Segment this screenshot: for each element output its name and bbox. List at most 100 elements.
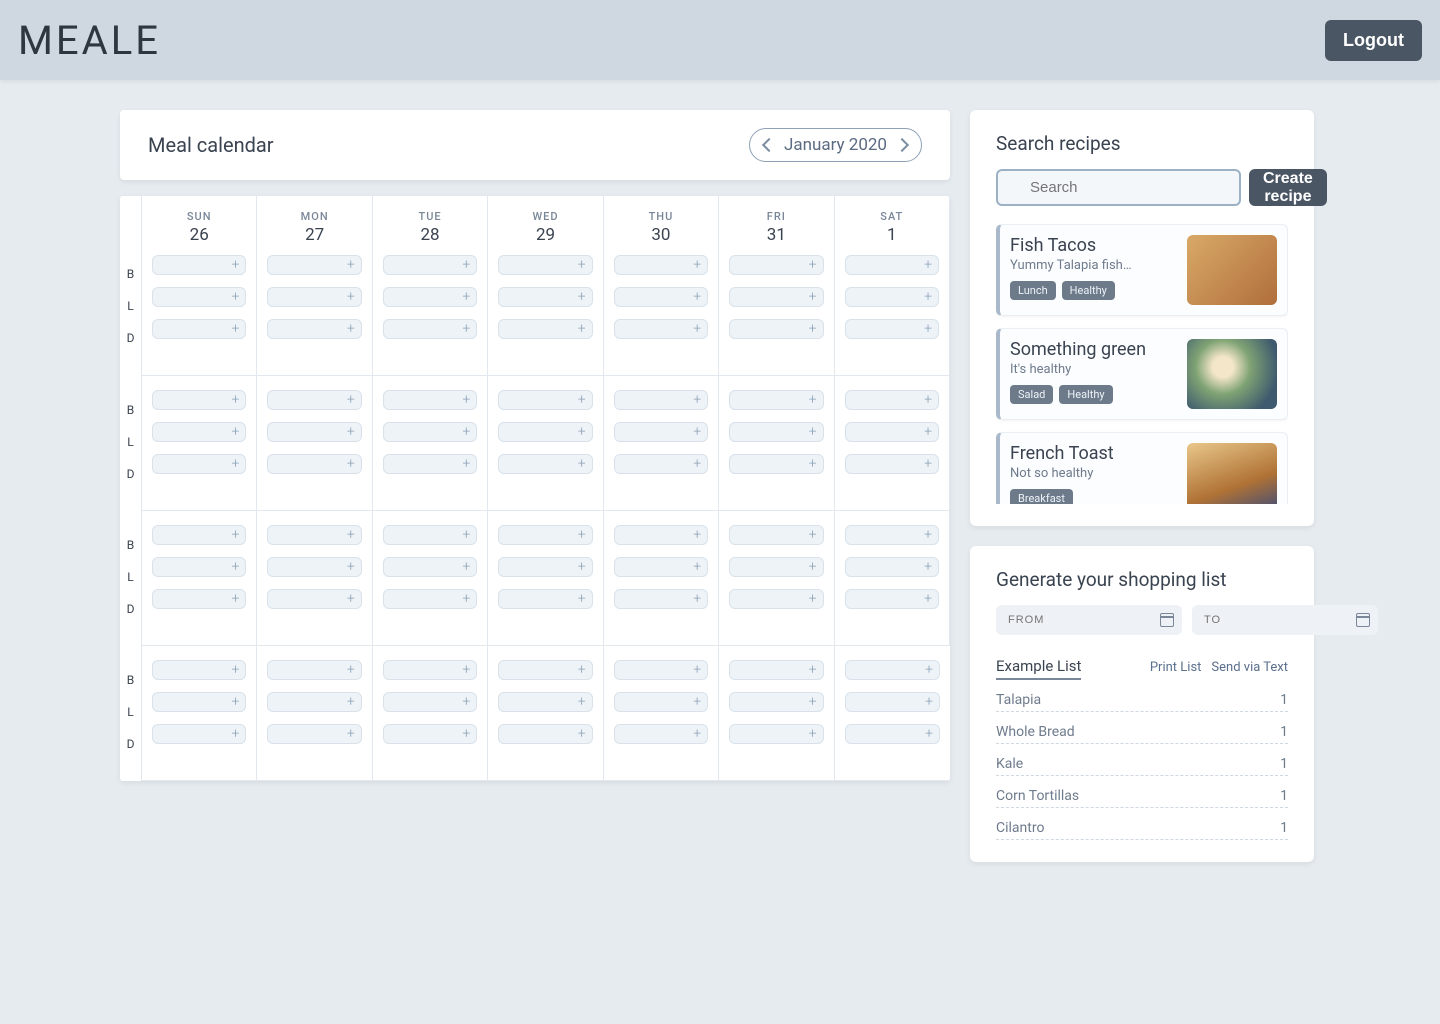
meal-slot[interactable]: +	[498, 287, 592, 307]
meal-slot[interactable]: +	[729, 454, 823, 474]
meal-slot[interactable]: +	[614, 255, 708, 275]
meal-slot[interactable]: +	[267, 525, 361, 545]
meal-slot[interactable]: +	[498, 557, 592, 577]
meal-slot[interactable]: +	[845, 557, 939, 577]
meal-slot[interactable]: +	[267, 454, 361, 474]
meal-slot[interactable]: +	[383, 724, 477, 744]
meal-slot[interactable]: +	[845, 422, 939, 442]
meal-slot[interactable]: +	[383, 692, 477, 712]
meal-slot[interactable]: +	[267, 390, 361, 410]
meal-slot[interactable]: +	[729, 422, 823, 442]
meal-slot[interactable]: +	[845, 589, 939, 609]
meal-slot[interactable]: +	[267, 255, 361, 275]
meal-slot[interactable]: +	[498, 589, 592, 609]
month-label[interactable]: January 2020	[784, 135, 887, 155]
chevron-left-icon[interactable]	[762, 138, 776, 152]
meal-slot[interactable]: +	[267, 557, 361, 577]
meal-slot[interactable]: +	[845, 390, 939, 410]
meal-slot[interactable]: +	[729, 255, 823, 275]
send-via-text-link[interactable]: Send via Text	[1211, 660, 1288, 675]
meal-slot[interactable]: +	[152, 287, 246, 307]
meal-slot[interactable]: +	[845, 660, 940, 680]
meal-slot[interactable]: +	[152, 692, 246, 712]
meal-slot[interactable]: +	[383, 557, 477, 577]
meal-slot[interactable]: +	[383, 319, 477, 339]
meal-slot[interactable]: +	[152, 319, 246, 339]
meal-slot[interactable]: +	[498, 422, 592, 442]
meal-slot[interactable]: +	[845, 454, 939, 474]
meal-slot[interactable]: +	[729, 525, 823, 545]
logout-button[interactable]: Logout	[1325, 20, 1422, 61]
meal-slot[interactable]: +	[498, 390, 592, 410]
meal-slot[interactable]: +	[845, 255, 939, 275]
meal-slot[interactable]: +	[383, 454, 477, 474]
meal-slot[interactable]: +	[152, 390, 246, 410]
meal-slot[interactable]: +	[845, 724, 940, 744]
meal-slot[interactable]: +	[845, 525, 939, 545]
meal-slot[interactable]: +	[152, 660, 246, 680]
meal-slot[interactable]: +	[614, 390, 708, 410]
meal-slot[interactable]: +	[498, 255, 592, 275]
meal-slot[interactable]: +	[498, 525, 592, 545]
meal-slot[interactable]: +	[614, 589, 708, 609]
meal-slot[interactable]: +	[152, 557, 246, 577]
meal-slot[interactable]: +	[152, 454, 246, 474]
print-list-link[interactable]: Print List	[1150, 660, 1202, 675]
recipe-card[interactable]: Something greenIt's healthySaladHealthy	[996, 328, 1288, 420]
meal-slot[interactable]: +	[614, 525, 708, 545]
meal-slot[interactable]: +	[383, 287, 477, 307]
meal-slot[interactable]: +	[498, 692, 592, 712]
chevron-right-icon[interactable]	[895, 138, 909, 152]
meal-slot[interactable]: +	[152, 724, 246, 744]
meal-slot[interactable]: +	[267, 287, 361, 307]
meal-slot[interactable]: +	[729, 660, 823, 680]
calendar-icon[interactable]	[1160, 613, 1174, 627]
recipe-card[interactable]: French ToastNot so healthyBreakfast	[996, 432, 1288, 504]
meal-slot[interactable]: +	[614, 724, 708, 744]
meal-slot[interactable]: +	[614, 557, 708, 577]
meal-slot[interactable]: +	[845, 287, 939, 307]
meal-slot[interactable]: +	[267, 422, 361, 442]
meal-slot[interactable]: +	[267, 724, 361, 744]
meal-slot[interactable]: +	[498, 724, 592, 744]
meal-slot[interactable]: +	[614, 319, 708, 339]
meal-slot[interactable]: +	[383, 525, 477, 545]
meal-slot[interactable]: +	[152, 525, 246, 545]
meal-slot[interactable]: +	[614, 660, 708, 680]
from-date-input[interactable]	[996, 605, 1182, 635]
create-recipe-button[interactable]: Create recipe	[1249, 169, 1327, 206]
meal-slot[interactable]: +	[845, 692, 940, 712]
meal-slot[interactable]: +	[383, 255, 477, 275]
meal-slot[interactable]: +	[729, 319, 823, 339]
meal-slot[interactable]: +	[614, 454, 708, 474]
meal-slot[interactable]: +	[152, 422, 246, 442]
plus-icon: +	[347, 321, 355, 337]
meal-slot[interactable]: +	[498, 319, 592, 339]
meal-slot[interactable]: +	[383, 390, 477, 410]
meal-slot[interactable]: +	[498, 454, 592, 474]
meal-slot[interactable]: +	[383, 589, 477, 609]
meal-slot[interactable]: +	[614, 287, 708, 307]
meal-slot[interactable]: +	[267, 589, 361, 609]
meal-slot[interactable]: +	[267, 319, 361, 339]
meal-slot[interactable]: +	[729, 589, 823, 609]
meal-slot[interactable]: +	[614, 422, 708, 442]
meal-slot[interactable]: +	[267, 660, 361, 680]
meal-slot[interactable]: +	[729, 692, 823, 712]
meal-slot[interactable]: +	[729, 287, 823, 307]
meal-slot[interactable]: +	[614, 692, 708, 712]
calendar-icon[interactable]	[1356, 613, 1370, 627]
meal-slot[interactable]: +	[152, 255, 246, 275]
meal-slot[interactable]: +	[383, 422, 477, 442]
meal-slot[interactable]: +	[729, 557, 823, 577]
recipe-card[interactable]: Fish TacosYummy Talapia fish…LunchHealth…	[996, 224, 1288, 316]
meal-slot[interactable]: +	[729, 724, 823, 744]
search-input[interactable]	[996, 169, 1241, 206]
meal-slot[interactable]: +	[729, 390, 823, 410]
to-date-input[interactable]	[1192, 605, 1378, 635]
meal-slot[interactable]: +	[845, 319, 939, 339]
meal-slot[interactable]: +	[383, 660, 477, 680]
meal-slot[interactable]: +	[498, 660, 592, 680]
meal-slot[interactable]: +	[152, 589, 246, 609]
meal-slot[interactable]: +	[267, 692, 361, 712]
